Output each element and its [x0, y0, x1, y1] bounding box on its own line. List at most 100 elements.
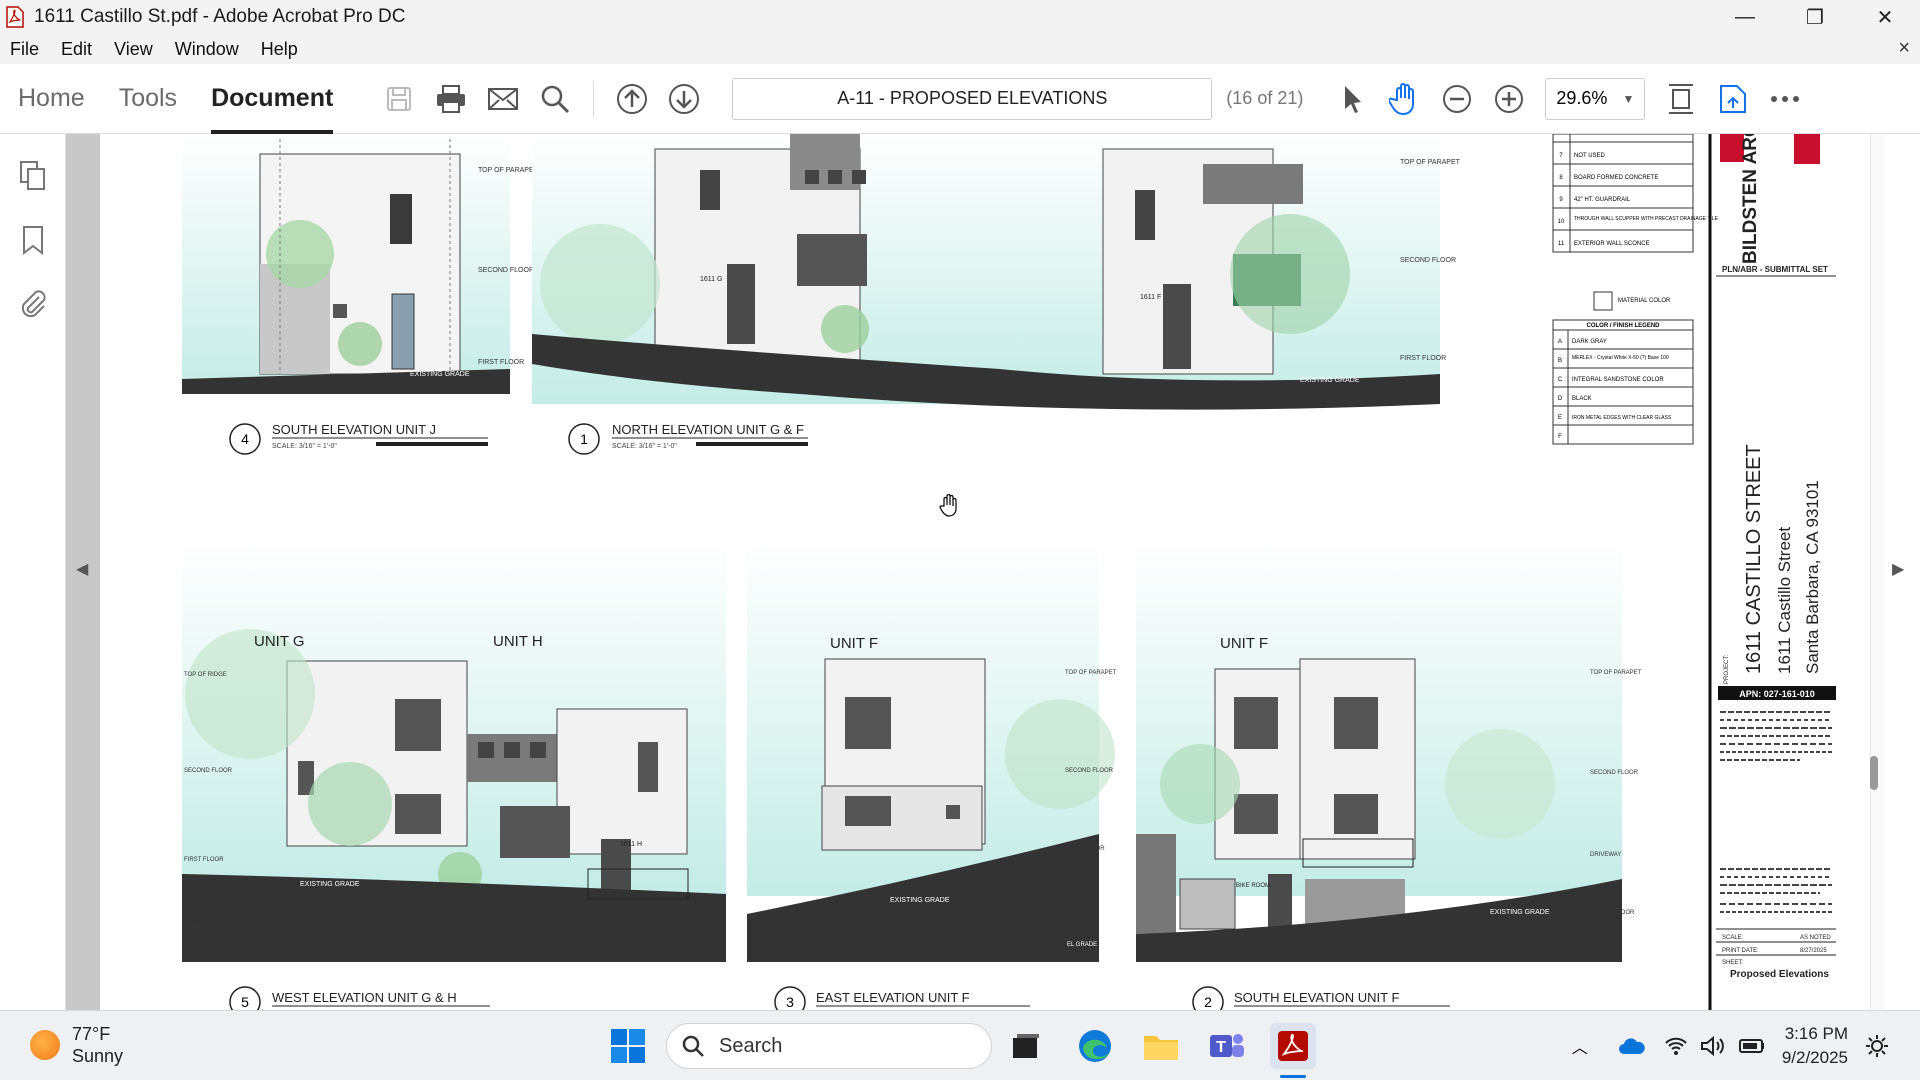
svg-text:EXISTING GRADE: EXISTING GRADE [410, 371, 470, 378]
color-legend: MATERIAL COLOR COLOR / FINISH LEGEND A DA… [1552, 291, 1694, 445]
more-options-icon[interactable] [1763, 77, 1807, 121]
menu-view[interactable]: View [114, 39, 153, 60]
svg-text:LOWER FLOOR: LOWER FLOOR [1590, 910, 1635, 916]
toolbar: Home Tools Document A-11 - PROPOSED ELEV… [0, 64, 1920, 134]
page-title-field[interactable]: A-11 - PROPOSED ELEVATIONS [732, 77, 1213, 120]
teams-icon[interactable]: T [1204, 1023, 1250, 1069]
caption-south-elevation-f: 2 SOUTH ELEVATION UNIT F [1192, 986, 1450, 1010]
onedrive-icon[interactable] [1618, 1036, 1646, 1056]
menu-help[interactable]: Help [261, 39, 298, 60]
previous-page-icon[interactable] [610, 77, 654, 121]
search-icon [682, 1035, 704, 1057]
svg-text:Santa Barbara, CA 93101: Santa Barbara, CA 93101 [1803, 480, 1822, 674]
navigation-pane [0, 134, 66, 1010]
svg-text:SOUTH ELEVATION UNIT F: SOUTH ELEVATION UNIT F [1234, 990, 1399, 1005]
elevation-drawing: TOP OF PARAPET SECOND FLOOR FIRST FLOOR … [182, 134, 1836, 1010]
svg-text:4: 4 [241, 431, 249, 447]
email-icon[interactable] [481, 77, 525, 121]
minimize-button[interactable]: — [1710, 0, 1780, 34]
weather-condition: Sunny [72, 1046, 124, 1066]
print-icon[interactable] [429, 77, 473, 121]
svg-text:TOP OF PARAPET: TOP OF PARAPET [478, 167, 539, 174]
file-explorer-icon[interactable] [1138, 1023, 1184, 1069]
acrobat-app-icon [4, 6, 26, 28]
chevron-right-icon[interactable]: ▶ [1892, 559, 1904, 579]
svg-text:42" HT. GUARDRAIL: 42" HT. GUARDRAIL [1574, 197, 1631, 203]
bookmark-icon[interactable] [11, 218, 55, 262]
tab-document[interactable]: Document [211, 64, 334, 134]
attachment-icon[interactable] [11, 282, 55, 326]
task-view-icon[interactable] [1003, 1023, 1049, 1069]
svg-text:UNIT F: UNIT F [1220, 635, 1268, 652]
notification-gear-icon[interactable] [1864, 1033, 1890, 1059]
page-thumbnails-icon[interactable] [11, 154, 55, 198]
maximize-button[interactable]: ❐ [1780, 0, 1850, 34]
svg-text:AS NOTED: AS NOTED [1800, 935, 1831, 941]
window-controls: — ❐ ✕ [1710, 0, 1920, 34]
svg-text:C: C [1558, 377, 1563, 383]
menu-window[interactable]: Window [175, 39, 239, 60]
svg-text:FINISH GRADE: FINISH GRADE [184, 920, 227, 926]
hand-tool-icon[interactable] [1383, 77, 1427, 121]
svg-text:B: B [1558, 358, 1562, 364]
system-clock[interactable]: 3:16 PM 9/2/2025 [1782, 1022, 1848, 1070]
close-window-button[interactable]: ✕ [1850, 0, 1920, 34]
svg-text:SOUTH ELEVATION UNIT J: SOUTH ELEVATION UNIT J [272, 422, 436, 437]
acrobat-taskbar-icon[interactable] [1270, 1023, 1316, 1069]
battery-icon[interactable] [1738, 1037, 1766, 1055]
svg-text:1611 F: 1611 F [1140, 294, 1161, 301]
next-page-icon[interactable] [662, 77, 706, 121]
search-icon[interactable] [533, 77, 577, 121]
edge-browser-icon[interactable] [1072, 1023, 1118, 1069]
svg-text:UNIT H: UNIT H [493, 633, 543, 650]
caption-east-elevation-f: 3 EAST ELEVATION UNIT F [774, 986, 1030, 1010]
svg-text:EXTERIOR WALL SCONCE: EXTERIOR WALL SCONCE [1574, 241, 1650, 247]
svg-text:WEST ELEVATION UNIT G & H: WEST ELEVATION UNIT G & H [272, 990, 457, 1005]
menu-edit[interactable]: Edit [61, 39, 92, 60]
volume-icon[interactable] [1700, 1035, 1726, 1057]
wifi-icon[interactable] [1664, 1036, 1688, 1056]
tab-home[interactable]: Home [18, 64, 85, 134]
taskbar-search[interactable]: Search [666, 1023, 992, 1069]
vertical-scrollbar[interactable] [1870, 134, 1884, 1010]
save-icon[interactable] [377, 77, 421, 121]
menu-file[interactable]: File [10, 39, 39, 60]
clock-time: 3:16 PM [1784, 1024, 1848, 1043]
svg-text:11: 11 [1558, 241, 1565, 247]
zoom-value: 29.6% [1556, 88, 1608, 108]
title-bar: 1611 Castillo St.pdf - Adobe Acrobat Pro… [0, 0, 1920, 34]
svg-text:TOP OF PARAPET: TOP OF PARAPET [1590, 670, 1642, 676]
svg-text:1: 1 [580, 431, 588, 447]
svg-text:EXISTING GRADE: EXISTING GRADE [300, 881, 360, 888]
page-display-icon[interactable] [1659, 77, 1703, 121]
pdf-page[interactable]: TOP OF PARAPET SECOND FLOOR FIRST FLOOR … [100, 134, 1856, 1010]
zoom-in-icon[interactable] [1487, 77, 1531, 121]
svg-text:UNIT G: UNIT G [254, 633, 305, 650]
left-panel-toggle[interactable]: ◀ [66, 134, 100, 1010]
svg-text:1611 Castillo Street: 1611 Castillo Street [1775, 527, 1794, 674]
svg-text:1611 G: 1611 G [700, 276, 722, 283]
tab-tools[interactable]: Tools [119, 64, 177, 134]
zoom-dropdown[interactable]: 29.6% ▼ [1545, 77, 1646, 120]
weather-widget[interactable]: 77°F Sunny [30, 1023, 123, 1067]
zoom-out-icon[interactable] [1435, 77, 1479, 121]
clock-date: 9/2/2025 [1781, 1048, 1848, 1067]
svg-text:1611 CASTILLO STREET: 1611 CASTILLO STREET [1743, 444, 1765, 674]
svg-text:BOARD FORMED CONCRETE: BOARD FORMED CONCRETE [1574, 175, 1658, 181]
svg-text:BIKE ROOM: BIKE ROOM [1236, 883, 1270, 889]
svg-text:E: E [1558, 415, 1562, 421]
select-tool-icon[interactable] [1331, 77, 1375, 121]
export-pdf-icon[interactable] [1711, 77, 1755, 121]
svg-text:1611 H: 1611 H [620, 841, 642, 848]
start-button[interactable] [605, 1023, 651, 1069]
scrollbar-thumb[interactable] [1870, 756, 1878, 790]
chevron-up-icon[interactable]: ︿ [1572, 1034, 1588, 1058]
close-document-button[interactable]: × [1898, 37, 1910, 60]
menu-bar: File Edit View Window Help × [0, 34, 1920, 64]
svg-text:SCALE: 3/16" = 1'-0": SCALE: 3/16" = 1'-0" [272, 443, 337, 450]
svg-text:EXISTING GRADE: EXISTING GRADE [1490, 909, 1550, 916]
svg-text:MATERIAL COLOR: MATERIAL COLOR [1618, 298, 1671, 304]
svg-text:FIRST FLOOR: FIRST FLOOR [478, 359, 524, 366]
window-title: 1611 Castillo St.pdf - Adobe Acrobat Pro… [34, 6, 406, 27]
svg-text:COLOR / FINISH LEGEND: COLOR / FINISH LEGEND [1586, 323, 1660, 329]
